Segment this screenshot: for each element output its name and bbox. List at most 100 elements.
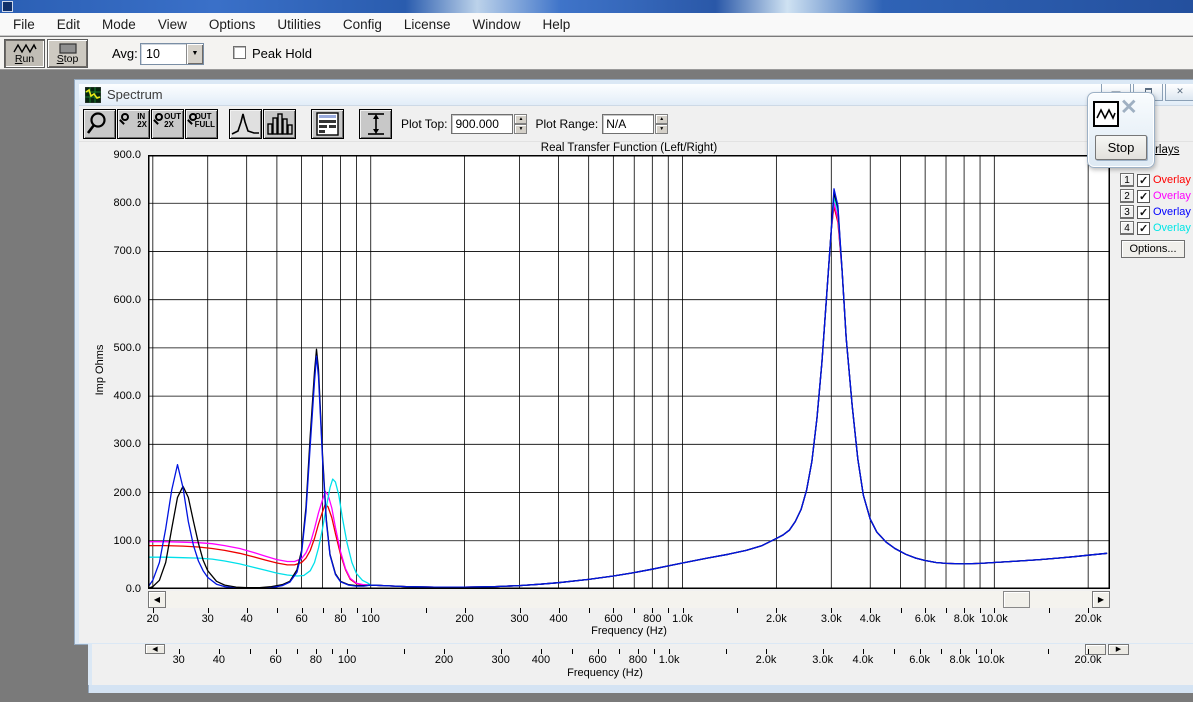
- application-window: File Edit Mode View Options Utilities Config Li…: [0, 0, 1193, 702]
- x-tick-label: 1.0k: [658, 654, 680, 666]
- overlay-row: 2 Overlay: [1120, 188, 1193, 204]
- y-tick-label: 800.0: [113, 197, 141, 210]
- menu-item-utilities[interactable]: Utilities: [268, 15, 330, 34]
- window-border: [88, 685, 1193, 693]
- x-tick-label: 600: [588, 654, 607, 666]
- plot-top-spinner[interactable]: ▲ ▼: [514, 113, 528, 134]
- series-overlay-3: [148, 188, 1108, 589]
- menu-item-file[interactable]: File: [4, 15, 44, 34]
- x-tick-label: 60: [269, 654, 282, 666]
- bar-plot-mode-button[interactable]: [263, 108, 296, 139]
- close-icon[interactable]: ✕: [1120, 95, 1138, 120]
- plot-range-tool-button[interactable]: [359, 108, 392, 139]
- x-axis-ticklabels: 30 40 60 80 100 200 300 400 600 800 1.0k 2.0k 3.0k 4.…: [92, 654, 1142, 667]
- plot-top-field[interactable]: 900.000: [451, 113, 514, 134]
- overlay-rows: 1 Overlay 2 Overlay 3 Overlay 4 Overlay: [1120, 172, 1193, 236]
- spectrum-window: Spectrum — ✕ IN 2X OUT 2X OUT FULL Plot …: [75, 80, 1193, 644]
- spin-down-icon: ▼: [655, 123, 669, 134]
- menu-item-edit[interactable]: Edit: [48, 15, 89, 34]
- spin-down-icon: ▼: [514, 123, 528, 134]
- overlay-row: 3 Overlay: [1120, 204, 1193, 220]
- menu-item-view[interactable]: View: [149, 15, 196, 34]
- overlay-checkbox[interactable]: [1137, 221, 1150, 235]
- line-plot-mode-button[interactable]: [229, 108, 262, 139]
- magnifier-icon: [86, 111, 106, 134]
- menu-item-license[interactable]: License: [395, 15, 460, 34]
- menu-item-config[interactable]: Config: [334, 15, 391, 34]
- chart-area: Real Transfer Function (Left/Right) Imp …: [79, 142, 1193, 643]
- x-tick-label: 100: [337, 654, 357, 666]
- plot-range-field[interactable]: N/A: [602, 113, 655, 134]
- zoom-out-2x-button[interactable]: OUT 2X: [151, 108, 184, 139]
- y-axis-ticks: 0.0 100.0 200.0 300.0 400.0 500.0 600.0 700.0 80…: [79, 149, 143, 595]
- scroll-left-icon[interactable]: ◀: [148, 591, 166, 608]
- overlay-select-button[interactable]: 2: [1120, 189, 1134, 203]
- menu-item-options[interactable]: Options: [200, 15, 265, 34]
- overlay-checkbox[interactable]: [1137, 173, 1150, 187]
- x-tick-label: 300: [491, 654, 510, 666]
- overlay-checkbox[interactable]: [1137, 205, 1150, 219]
- x-tick-label: 4.0k: [859, 613, 881, 625]
- x-tick-label: 2.0k: [755, 654, 777, 666]
- zoom-in-2x-button[interactable]: IN 2X: [117, 108, 150, 139]
- scroll-right-icon[interactable]: ▶: [1092, 591, 1110, 608]
- menu-item-help[interactable]: Help: [533, 15, 579, 34]
- control-panel-button[interactable]: [311, 108, 344, 139]
- background-window-axis: ◀ ▶ 30 40 60 80 100 200 300 400 600 800 1.0k 2.0k 3.…: [88, 644, 1193, 685]
- x-tick-label: 400: [531, 654, 551, 666]
- y-tick-label: 900.0: [113, 149, 141, 161]
- overlay-row: 4 Overlay: [1120, 220, 1193, 236]
- menu-item-window[interactable]: Window: [463, 15, 529, 34]
- zoom-out-full-button[interactable]: OUT FULL: [185, 108, 218, 139]
- floating-toolbar-window[interactable]: ✕ Stop: [1087, 92, 1155, 168]
- overlays-options-button[interactable]: Options...: [1121, 240, 1185, 258]
- spectrum-toolbar: IN 2X OUT 2X OUT FULL Plot Top: 900.000 …: [79, 106, 1193, 142]
- scrollbar-thumb[interactable]: [1003, 591, 1030, 608]
- avg-combobox[interactable]: 10 ▼: [140, 43, 204, 65]
- stop-icon: [58, 42, 77, 54]
- x-tick-label: 1.0k: [672, 613, 693, 625]
- overlay-select-button[interactable]: 4: [1120, 221, 1134, 235]
- x-tick-label: 30: [201, 613, 214, 625]
- y-tick-label: 200.0: [113, 486, 141, 499]
- bars-icon: [267, 112, 293, 135]
- spectrum-titlebar[interactable]: Spectrum — ✕: [79, 84, 1193, 106]
- x-tick-label: 600: [604, 613, 623, 625]
- overlay-select-button[interactable]: 1: [1120, 173, 1134, 187]
- close-button[interactable]: ✕: [1165, 84, 1193, 101]
- stop-button[interactable]: Stop: [47, 39, 88, 68]
- overlay-select-button[interactable]: 3: [1120, 205, 1134, 219]
- waveform-tool-button[interactable]: [1093, 101, 1119, 127]
- plot-top-label: Plot Top:: [401, 116, 448, 131]
- run-button[interactable]: Run: [4, 39, 45, 68]
- overlay-checkbox[interactable]: [1137, 189, 1150, 203]
- zoom-button[interactable]: [83, 108, 116, 139]
- series-live-trace: [148, 191, 1108, 589]
- menu-item-mode[interactable]: Mode: [93, 15, 145, 34]
- plot-canvas[interactable]: [148, 155, 1110, 589]
- floating-stop-button[interactable]: Stop: [1095, 135, 1147, 160]
- combo-dropdown-icon[interactable]: ▼: [186, 44, 203, 64]
- overlay-row: 1 Overlay: [1120, 172, 1193, 188]
- x-tick-label: 800: [628, 654, 648, 666]
- plot-range-spinner[interactable]: ▲ ▼: [655, 113, 669, 134]
- os-titlebar[interactable]: [0, 0, 1193, 13]
- y-tick-label: 700.0: [113, 245, 141, 258]
- spin-up-icon: ▲: [655, 113, 669, 124]
- avg-value: 10: [146, 47, 160, 61]
- x-axis-label: Frequency (Hz): [591, 625, 667, 637]
- series-overlay-4: [148, 196, 1108, 588]
- overlay-label: Overlay: [1153, 206, 1191, 218]
- run-label: Run: [14, 52, 35, 65]
- overlay-label: Overlay: [1153, 222, 1191, 234]
- x-tick-label: 40: [212, 654, 226, 666]
- x-tick-label: 20.0k: [1074, 654, 1102, 666]
- plot-scrollbar[interactable]: ◀ ▶: [148, 591, 1110, 608]
- x-tick-label: 20: [146, 613, 159, 625]
- x-tick-label: 400: [549, 613, 568, 625]
- x-tick-label: 40: [240, 613, 253, 625]
- settings-list-icon: [316, 111, 339, 136]
- stop-label: Stop: [56, 52, 79, 65]
- magnifier-icon: [155, 112, 163, 121]
- peak-hold-checkbox[interactable]: [233, 46, 246, 59]
